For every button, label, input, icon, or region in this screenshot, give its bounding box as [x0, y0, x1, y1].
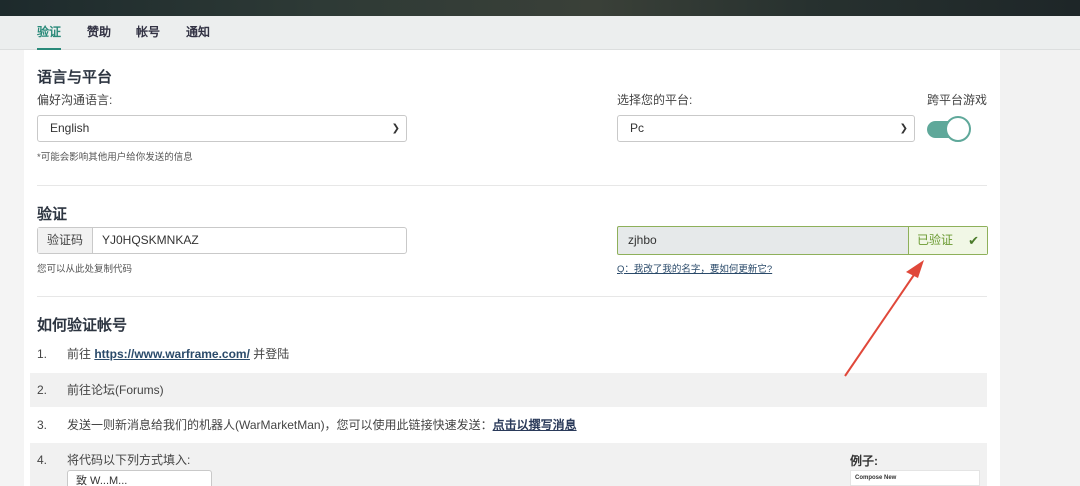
verification-code-value[interactable]: YJ0HQSKMNKAZ — [102, 228, 199, 253]
tab-account[interactable]: 帐号 — [136, 16, 160, 50]
tab-bar: 验证 赞助 帐号 通知 — [0, 16, 1080, 50]
language-select-value: English — [50, 121, 90, 135]
example-label: 例子: — [850, 454, 878, 468]
chevron-down-icon: ❯ — [899, 123, 908, 134]
step-text: 前往 https://www.warframe.com/ 并登陆 — [67, 347, 290, 361]
tab-verify[interactable]: 验证 — [37, 16, 62, 50]
code-copy-hint: 您可以从此处复制代码 — [37, 264, 133, 275]
section-divider — [37, 185, 987, 186]
right-gutter — [1000, 50, 1080, 486]
section-title-howto: 如何验证帐号 — [37, 317, 128, 334]
step-text: 发送一则新消息给我们的机器人(WarMarketMan)，您可以使用此链接快速发… — [67, 418, 577, 432]
verified-badge: 已验证 ✔ — [908, 227, 987, 254]
hero-banner — [0, 0, 1080, 16]
example-caption: Compose New — [855, 475, 897, 481]
chevron-down-icon: ❯ — [391, 123, 400, 134]
verification-code-addon: 验证码 — [38, 228, 93, 253]
language-hint: *可能会影响其他用户给你发送的信息 — [37, 152, 193, 163]
platform-select-value: Pc — [630, 121, 645, 135]
compose-message-link[interactable]: 点击以撰写消息 — [493, 418, 577, 432]
toggle-knob — [945, 116, 971, 142]
recipient-input-preview: 致 W...M... — [67, 470, 212, 486]
example-image: Compose New — [850, 470, 980, 486]
step-text: 前往论坛(Forums) — [67, 383, 164, 397]
section-divider — [37, 296, 987, 297]
platform-select[interactable]: Pc ❯ — [617, 115, 915, 142]
step-number: 1. — [37, 347, 48, 361]
step-number: 4. — [37, 453, 48, 467]
verified-username-group: zjhbo 已验证 ✔ — [617, 226, 988, 255]
section-title-verify: 验证 — [37, 206, 68, 223]
step-number: 3. — [37, 418, 48, 432]
rename-help-link[interactable]: Q：我改了我的名字，要如何更新它? — [617, 261, 772, 275]
crossplay-label: 跨平台游戏 — [927, 93, 988, 107]
language-select[interactable]: English ❯ — [37, 115, 407, 142]
list-item: 1. 前往 https://www.warframe.com/ 并登陆 — [30, 337, 987, 371]
crossplay-toggle[interactable] — [927, 116, 973, 142]
language-label: 偏好沟通语言: — [37, 93, 113, 107]
list-item: 3. 发送一则新消息给我们的机器人(WarMarketMan)，您可以使用此链接… — [30, 408, 987, 442]
platform-label: 选择您的平台: — [617, 93, 693, 107]
tab-notifications[interactable]: 通知 — [186, 16, 210, 50]
list-item: 2. 前往论坛(Forums) — [30, 373, 987, 407]
checkmark-icon: ✔ — [968, 233, 979, 248]
section-title-language-platform: 语言与平台 — [37, 69, 113, 86]
warframe-link[interactable]: https://www.warframe.com/ — [94, 347, 250, 361]
step-number: 2. — [37, 383, 48, 397]
verified-label: 已验证 — [917, 233, 954, 247]
tab-sponsor[interactable]: 赞助 — [87, 16, 111, 50]
verification-code-group: 验证码 YJ0HQSKMNKAZ — [37, 227, 407, 254]
username-field[interactable]: zjhbo — [628, 227, 657, 254]
